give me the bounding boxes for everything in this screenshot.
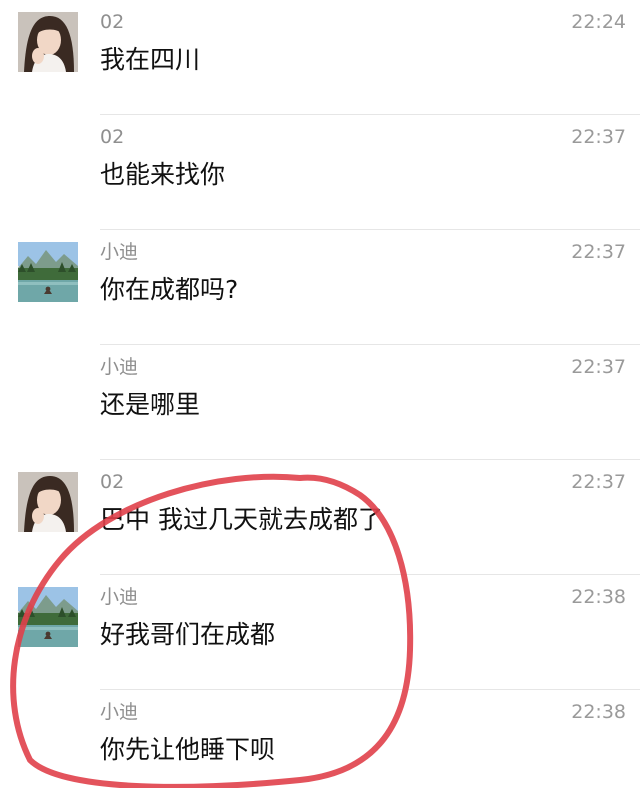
sender-name: 02 xyxy=(100,471,125,493)
message-row[interactable]: 小迪 22:37 还是哪里 xyxy=(0,345,640,460)
message-time: 22:38 xyxy=(571,586,626,608)
message-row[interactable]: 小迪 22:37 你在成都吗? xyxy=(0,230,640,345)
sender-name: 小迪 xyxy=(100,586,139,608)
sender-name: 02 xyxy=(100,11,125,33)
message-row[interactable]: 小迪 22:38 你先让他睡下呗 xyxy=(0,690,640,788)
message-row[interactable]: 02 22:24 我在四川 xyxy=(0,0,640,115)
sender-name: 02 xyxy=(100,126,125,148)
avatar[interactable] xyxy=(18,587,78,647)
message-text: 你先让他睡下呗 xyxy=(100,735,276,764)
message-text: 你在成都吗? xyxy=(100,275,239,304)
message-time: 22:37 xyxy=(571,126,626,148)
message-text: 好我哥们在成都 xyxy=(100,620,276,649)
woman-portrait-icon xyxy=(18,472,78,532)
chat-message-list[interactable]: 02 22:24 我在四川 02 22:37 也能来找你 小迪 22:37 你在… xyxy=(0,0,640,788)
message-row[interactable]: 小迪 22:38 好我哥们在成都 xyxy=(0,575,640,690)
message-time: 22:24 xyxy=(571,11,626,33)
message-row[interactable]: 02 22:37 巴中 我过几天就去成都了 xyxy=(0,460,640,575)
message-text: 我在四川 xyxy=(100,45,201,74)
message-text: 还是哪里 xyxy=(100,390,201,419)
message-row[interactable]: 02 22:37 也能来找你 xyxy=(0,115,640,230)
message-time: 22:37 xyxy=(571,356,626,378)
avatar[interactable] xyxy=(18,242,78,302)
sender-name: 小迪 xyxy=(100,241,139,263)
sender-name: 小迪 xyxy=(100,701,139,723)
avatar[interactable] xyxy=(18,472,78,532)
mountain-lake-landscape-icon xyxy=(18,587,78,647)
woman-portrait-icon xyxy=(18,12,78,72)
message-text: 也能来找你 xyxy=(100,160,226,189)
message-text: 巴中 我过几天就去成都了 xyxy=(100,505,383,534)
message-time: 22:37 xyxy=(571,241,626,263)
sender-name: 小迪 xyxy=(100,356,139,378)
message-time: 22:37 xyxy=(571,471,626,493)
avatar[interactable] xyxy=(18,12,78,72)
message-time: 22:38 xyxy=(571,701,626,723)
mountain-lake-landscape-icon xyxy=(18,242,78,302)
